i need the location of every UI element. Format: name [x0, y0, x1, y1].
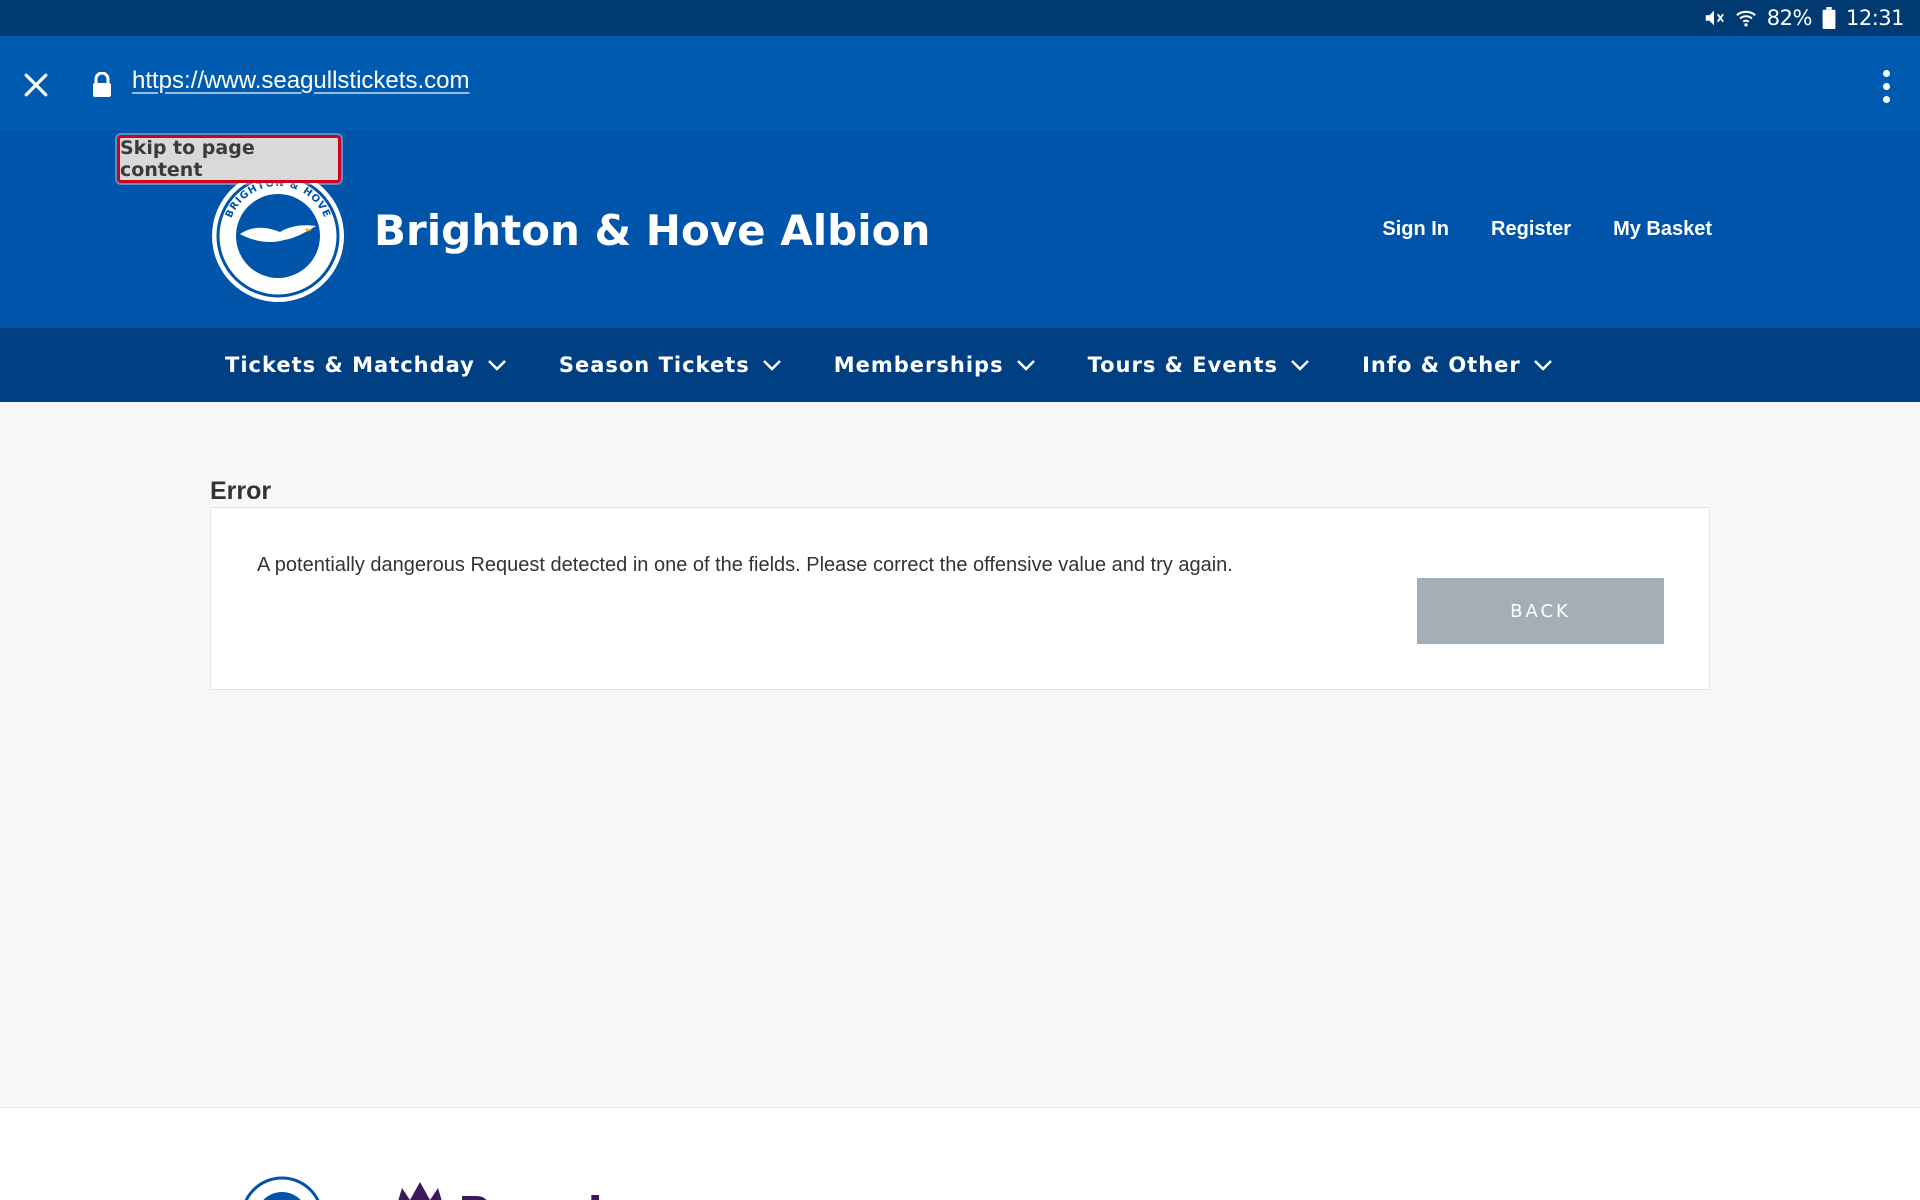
- close-tab-button[interactable]: [18, 67, 54, 103]
- more-vertical-icon: [1882, 69, 1890, 77]
- footer: Premier: [0, 1107, 1920, 1200]
- nav-item-label: Tours & Events: [1087, 353, 1279, 377]
- footer-club-crest-logo[interactable]: [240, 1176, 324, 1200]
- more-options-button[interactable]: [1868, 66, 1904, 106]
- nav-memberships[interactable]: Memberships: [834, 353, 1036, 377]
- nav-item-label: Info & Other: [1362, 353, 1521, 377]
- nav-info-other[interactable]: Info & Other: [1362, 353, 1553, 377]
- club-name-title[interactable]: Brighton & Hove Albion: [374, 206, 930, 255]
- account-links: Sign In Register My Basket: [1382, 218, 1712, 241]
- premier-league-lion-icon: [398, 1182, 442, 1200]
- back-button[interactable]: BACK: [1417, 578, 1664, 644]
- status-bar: 82% 12:31: [0, 0, 1920, 36]
- url-bar[interactable]: https://www.seagullstickets.com: [132, 67, 469, 95]
- more-vertical-icon-dot: [1882, 95, 1890, 103]
- my-basket-link[interactable]: My Basket: [1613, 218, 1712, 241]
- chevron-down-icon: [1533, 360, 1552, 371]
- error-panel: A potentially dangerous Request detected…: [210, 507, 1710, 690]
- nav-tickets-matchday[interactable]: Tickets & Matchday: [225, 353, 507, 377]
- sign-in-link[interactable]: Sign In: [1382, 218, 1449, 241]
- premier-league-logo-text: Premier: [458, 1188, 654, 1200]
- chevron-down-icon: [1291, 360, 1309, 371]
- register-link[interactable]: Register: [1491, 218, 1571, 241]
- nav-item-label: Season Tickets: [558, 353, 750, 377]
- skip-to-content-link[interactable]: Skip to page content: [117, 135, 341, 183]
- chevron-down-icon: [1016, 360, 1035, 371]
- battery-percent: 82%: [1766, 6, 1813, 30]
- chevron-down-icon: [762, 360, 781, 371]
- mute-icon: [1705, 10, 1724, 26]
- main-nav: Tickets & Matchday Season Tickets Member…: [0, 328, 1920, 402]
- clock: 12:31: [1845, 6, 1905, 30]
- error-heading: Error: [210, 477, 272, 505]
- chevron-down-icon: [487, 360, 506, 371]
- wifi-icon: [1735, 10, 1756, 27]
- error-message: A potentially dangerous Request detected…: [257, 554, 1233, 576]
- close-icon: [24, 73, 48, 97]
- nav-tours-events[interactable]: Tours & Events: [1088, 353, 1310, 377]
- lock-icon: [93, 72, 111, 97]
- nav-item-label: Tickets & Matchday: [225, 353, 475, 377]
- club-crest-logo[interactable]: BRIGHTON & HOVE ALBION: [210, 168, 346, 304]
- battery-icon: [1822, 7, 1836, 29]
- browser-toolbar: https://www.seagullstickets.com: [0, 36, 1920, 132]
- more-vertical-icon-dot: [1882, 82, 1890, 90]
- nav-item-label: Memberships: [833, 353, 1004, 377]
- nav-season-tickets[interactable]: Season Tickets: [559, 353, 782, 377]
